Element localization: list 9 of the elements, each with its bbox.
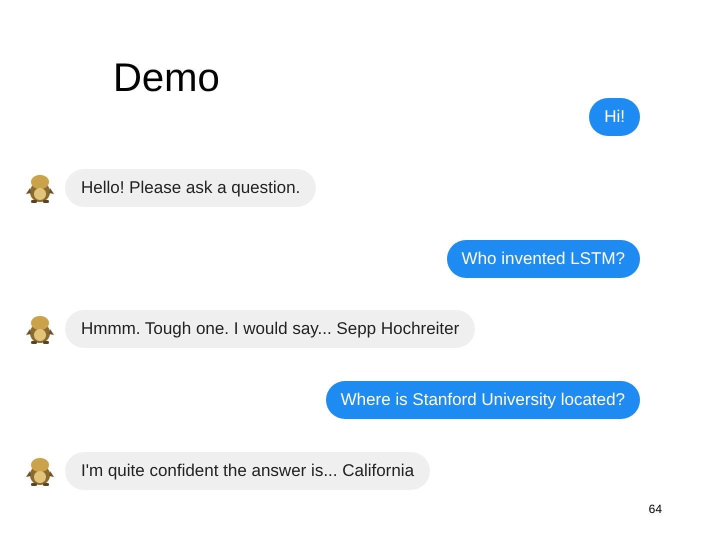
received-message-bubble: Hmmm. Tough one. I would say... Sepp Hochreiter [65,310,476,348]
page-number: 64 [648,501,662,518]
slide-title: Demo [113,56,220,100]
received-message-bubble: Hello! Please ask a question. [65,168,316,207]
creature-avatar-icon [25,313,55,346]
sent-message-bubble: Who invented LSTM? [446,240,640,278]
sent-message-bubble: Where is Stanford University located? [326,381,640,420]
received-message-bubble: I'm quite confident the answer is... California [65,452,430,490]
sent-message-bubble: Hi! [589,98,640,136]
